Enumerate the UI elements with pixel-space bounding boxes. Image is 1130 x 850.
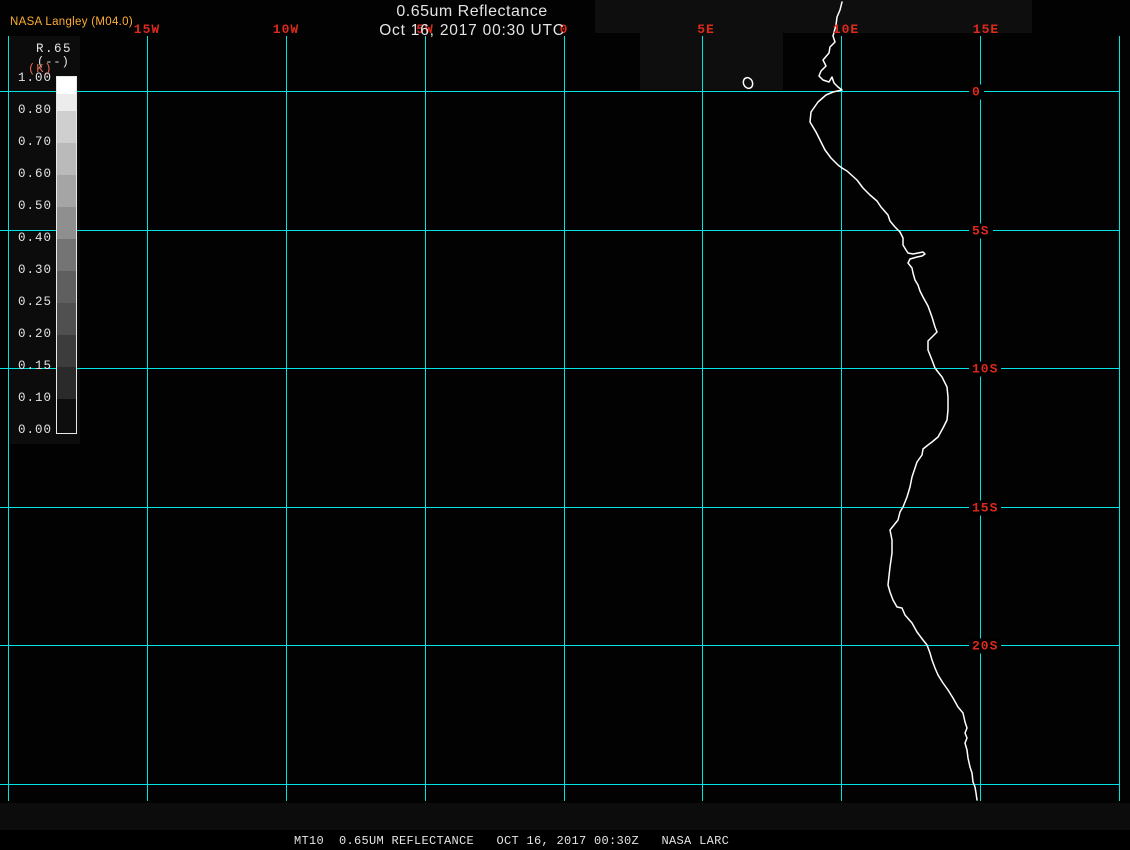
colorbar-segment xyxy=(57,175,76,207)
colorbar-gradient xyxy=(56,76,77,434)
colorbar-segment xyxy=(57,399,76,433)
colorbar-segment xyxy=(57,111,76,143)
island-outline xyxy=(742,76,754,90)
colorbar-tick: 0.60 xyxy=(17,167,52,181)
lat-label-20s: 20S xyxy=(969,638,1002,654)
coastline-svg xyxy=(742,1,978,801)
colorbar-tick: 0.80 xyxy=(17,103,52,117)
colorbar-tick: 0.20 xyxy=(17,327,52,341)
colorbar-units-kelvin: (K) xyxy=(28,62,53,76)
colorbar-tick: 0.70 xyxy=(17,135,52,149)
lon-label-5e: 5E xyxy=(697,22,715,37)
nasa-langley-credit: NASA Langley (M04.0) xyxy=(10,16,133,28)
lon-label-15w: 15W xyxy=(133,22,161,37)
colorbar-tick: 0.15 xyxy=(17,359,52,373)
colorbar-tick: 0.50 xyxy=(17,199,52,213)
satellite-quicklook-image: 15W 10W 5W 0 5E 10E 15E 0 5S 10S 15S 20S… xyxy=(0,0,1130,850)
colorbar-segment xyxy=(57,303,76,335)
colorbar-segment xyxy=(57,335,76,367)
colorbar-segment xyxy=(57,207,76,239)
africa-west-coastline-path xyxy=(809,1,978,801)
lat-label-10s: 10S xyxy=(969,361,1002,377)
lat-label-15s: 15S xyxy=(969,500,1002,516)
lat-label-0: 0 xyxy=(969,84,984,100)
colorbar-tick: 0.40 xyxy=(17,231,52,245)
page-title: 0.65um Reflectance xyxy=(396,3,548,20)
colorbar-tick: 0.10 xyxy=(17,391,52,405)
lat-label-5s: 5S xyxy=(969,223,993,239)
footer-annotation: MT10 0.65UM REFLECTANCE OCT 16, 2017 00:… xyxy=(294,834,730,848)
colorbar-segment xyxy=(57,143,76,175)
colorbar-tick: 0.30 xyxy=(17,263,52,277)
colorbar-tick: 0.25 xyxy=(17,295,52,309)
colorbar-segment xyxy=(57,239,76,271)
lon-label-15e: 15E xyxy=(972,22,1000,37)
datetime-label: Oct 16, 2017 00:30 UTC xyxy=(379,22,565,39)
colorbar-segment xyxy=(57,94,76,111)
colorbar-segment xyxy=(57,367,76,399)
colorbar-name: R.65 xyxy=(36,42,73,56)
lon-label-10e: 10E xyxy=(832,22,860,37)
colorbar-segment xyxy=(57,77,76,94)
lon-label-10w: 10W xyxy=(272,22,300,37)
colorbar-segment xyxy=(57,271,76,303)
colorbar-tick: 0.00 xyxy=(17,423,52,437)
